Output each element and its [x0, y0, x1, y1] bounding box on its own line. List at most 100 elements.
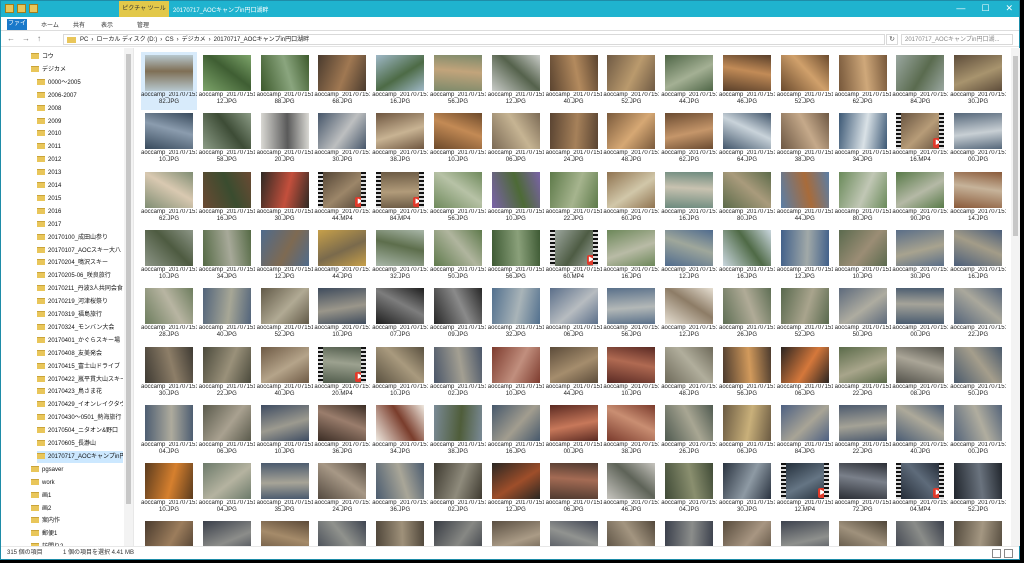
file-item[interactable]: aoccamp_20170715154206.JPG: [488, 110, 544, 168]
file-item[interactable]: aoccamp_20170715191906.JPG: [488, 518, 544, 546]
file-item[interactable]: aoccamp_20170715165506.JPG: [546, 285, 602, 343]
file-item[interactable]: aoccamp_20170715165726.JPG: [719, 285, 775, 343]
file-item[interactable]: aoccamp_20170715181022.JPG: [835, 402, 891, 460]
search-input[interactable]: 20170717_AOCキャンプin円口湖...: [901, 34, 1013, 45]
file-item[interactable]: aoccamp_20170715190472.JPG: [835, 460, 891, 518]
file-item[interactable]: aoccamp_20170715152484.JPG: [892, 52, 948, 110]
nav-scroll-thumb[interactable]: [126, 54, 131, 504]
file-item[interactable]: ▶aoccamp_20170715155284.MP4: [372, 169, 428, 227]
file-item[interactable]: aoccamp_20170715150052.JPG: [603, 52, 659, 110]
address-bar[interactable]: PC › ローカル ディスク (D:) › CS › デジカメ › 20170717_AOCキャ…: [63, 34, 885, 45]
file-item[interactable]: aoccamp_20170715164352.JPG: [257, 285, 313, 343]
file-item[interactable]: aoccamp_20170715180584.JPG: [777, 402, 833, 460]
file-item[interactable]: aoccamp_20170715162050.JPG: [430, 227, 486, 285]
tree-item[interactable]: work: [31, 477, 123, 489]
refresh-button[interactable]: ↻: [886, 34, 898, 45]
file-item[interactable]: aoccamp_20170715191208.JPG: [141, 518, 197, 546]
file-item[interactable]: aoccamp_20170715162216.JPG: [603, 227, 659, 285]
back-button[interactable]: ←: [7, 34, 15, 43]
file-item[interactable]: aoccamp_20170715165712.JPG: [661, 285, 717, 343]
file-item[interactable]: aoccamp_20170715180100.JPG: [546, 402, 602, 460]
file-item[interactable]: aoccamp_20170715191420.JPG: [199, 518, 255, 546]
file-item[interactable]: aoccamp_20170715153638.JPG: [372, 110, 428, 168]
file-item[interactable]: aoccamp_20170715183624.JPG: [314, 460, 370, 518]
file-item[interactable]: aoccamp_20170715191052.JPG: [950, 460, 1006, 518]
file-item[interactable]: aoccamp_20170715151240.JPG: [546, 52, 602, 110]
nav-scrollbar[interactable]: [124, 48, 133, 546]
file-item[interactable]: aoccamp_20170715184002.JPG: [430, 460, 486, 518]
file-item[interactable]: aoccamp_20170715160210.JPG: [141, 227, 197, 285]
file-item[interactable]: aoccamp_20170715171910.JPG: [603, 344, 659, 402]
file-item[interactable]: aoccamp_20170715152730.JPG: [950, 52, 1006, 110]
file-item[interactable]: aoccamp_20170715165007.JPG: [372, 285, 428, 343]
minimize-button[interactable]: —: [956, 3, 965, 14]
file-item[interactable]: aoccamp_20170715172904.JPG: [141, 402, 197, 460]
file-item[interactable]: aoccamp_20170715155216.JPG: [199, 169, 255, 227]
file-item[interactable]: aoccamp_20170715191822.JPG: [430, 518, 486, 546]
file-item[interactable]: aoccamp_20170715172156.JPG: [719, 344, 775, 402]
tree-item[interactable]: 2013: [37, 167, 123, 179]
tree-item[interactable]: 20170422_嵐平貫大山スキー: [37, 374, 123, 386]
file-item[interactable]: aoccamp_20170715162056.JPG: [488, 227, 544, 285]
breadcrumb-item[interactable]: デジカメ: [182, 37, 206, 43]
file-item[interactable]: aoccamp_20170715171202.JPG: [430, 344, 486, 402]
tree-item[interactable]: コウ: [31, 51, 123, 63]
file-item[interactable]: aoccamp_20170715154348.JPG: [603, 110, 659, 168]
tab-home[interactable]: ホーム: [41, 20, 59, 29]
file-item[interactable]: aoccamp_20170715161244.JPG: [314, 227, 370, 285]
file-item[interactable]: aoccamp_20170715155410.JPG: [488, 169, 544, 227]
file-item[interactable]: aoccamp_20170715155680.JPG: [719, 169, 775, 227]
file-item[interactable]: aoccamp_20170715182104.JPG: [199, 460, 255, 518]
tree-item[interactable]: 20170319_福島旅行: [37, 309, 123, 321]
tree-item[interactable]: 20170504_ニタオン&野口: [37, 425, 123, 437]
tree-item[interactable]: 20170100_成田山参り: [37, 232, 123, 244]
tree-item[interactable]: 20170408_友美発会: [37, 348, 123, 360]
tree-item[interactable]: 20170401_かぐらスキー場: [37, 335, 123, 347]
file-item[interactable]: aoccamp_20170715192118.JPG: [603, 518, 659, 546]
tree-item[interactable]: デジカメ: [31, 64, 123, 76]
tab-view[interactable]: 表示: [101, 20, 113, 29]
file-item[interactable]: aoccamp_20170715150712.JPG: [488, 52, 544, 110]
file-item[interactable]: aoccamp_20170715160512.JPG: [257, 227, 313, 285]
tree-item[interactable]: 郵便1: [31, 528, 123, 540]
tree-item[interactable]: 20170429_イオンレイクタウン: [37, 399, 123, 411]
file-item[interactable]: aoccamp_20170715149588.JPG: [257, 52, 313, 110]
file-item[interactable]: aoccamp_20170715174806.JPG: [199, 402, 255, 460]
file-item[interactable]: aoccamp_20170715192226.JPG: [661, 518, 717, 546]
file-item[interactable]: aoccamp_20170715165850.JPG: [835, 285, 891, 343]
file-item[interactable]: aoccamp_20170715182010.JPG: [141, 460, 197, 518]
file-item[interactable]: aoccamp_20170715155616.JPG: [661, 169, 717, 227]
file-item[interactable]: aoccamp_20170715154664.JPG: [719, 110, 775, 168]
breadcrumb-separator[interactable]: ›: [91, 37, 93, 43]
file-item[interactable]: aoccamp_20170715172708.JPG: [892, 344, 948, 402]
tree-item[interactable]: 20170605_長瀞山: [37, 438, 123, 450]
file-item[interactable]: aoccamp_20170715170740.JPG: [257, 344, 313, 402]
file-item[interactable]: ▶aoccamp_20170715154816.MP4: [892, 110, 948, 168]
tab-share[interactable]: 共有: [73, 20, 85, 29]
breadcrumb-separator[interactable]: ›: [177, 37, 179, 43]
file-item[interactable]: aoccamp_20170715150068.JPG: [314, 52, 370, 110]
file-item[interactable]: aoccamp_20170715192518.JPG: [835, 518, 891, 546]
file-item[interactable]: aoccamp_20170715185006.JPG: [546, 460, 602, 518]
file-item[interactable]: aoccamp_20170715183135.JPG: [257, 460, 313, 518]
file-item[interactable]: aoccamp_20170715171644.JPG: [546, 344, 602, 402]
file-item[interactable]: aoccamp_20170715153630.JPG: [314, 110, 370, 168]
file-item[interactable]: aoccamp_20170715161832.JPG: [372, 227, 428, 285]
large-icons-view-icon[interactable]: [1004, 549, 1013, 558]
file-item[interactable]: ▶aoccamp_20170715162160.MP4: [546, 227, 602, 285]
file-item[interactable]: aoccamp_20170715145882.JPG: [141, 52, 197, 110]
file-item[interactable]: aoccamp_20170715164410.JPG: [314, 285, 370, 343]
content-scrollbar[interactable]: [1011, 48, 1020, 546]
close-button[interactable]: ✕: [1005, 3, 1013, 14]
tree-item[interactable]: 画2: [31, 503, 123, 515]
file-item[interactable]: aoccamp_20170715155780.JPG: [835, 169, 891, 227]
file-item[interactable]: aoccamp_20170715152146.JPG: [719, 52, 775, 110]
file-item[interactable]: aoccamp_20170715164328.JPG: [141, 285, 197, 343]
new-folder-icon[interactable]: [29, 4, 38, 13]
file-item[interactable]: aoccamp_20170715154638.JPG: [777, 110, 833, 168]
up-button[interactable]: ↑: [37, 34, 41, 43]
details-view-icon[interactable]: [992, 549, 1001, 558]
file-item[interactable]: aoccamp_20170715164316.JPG: [950, 227, 1006, 285]
file-item[interactable]: aoccamp_20170715163316.JPG: [719, 227, 775, 285]
breadcrumb-item[interactable]: 20170717_AOCキャンプin円口湖畔: [214, 37, 310, 43]
